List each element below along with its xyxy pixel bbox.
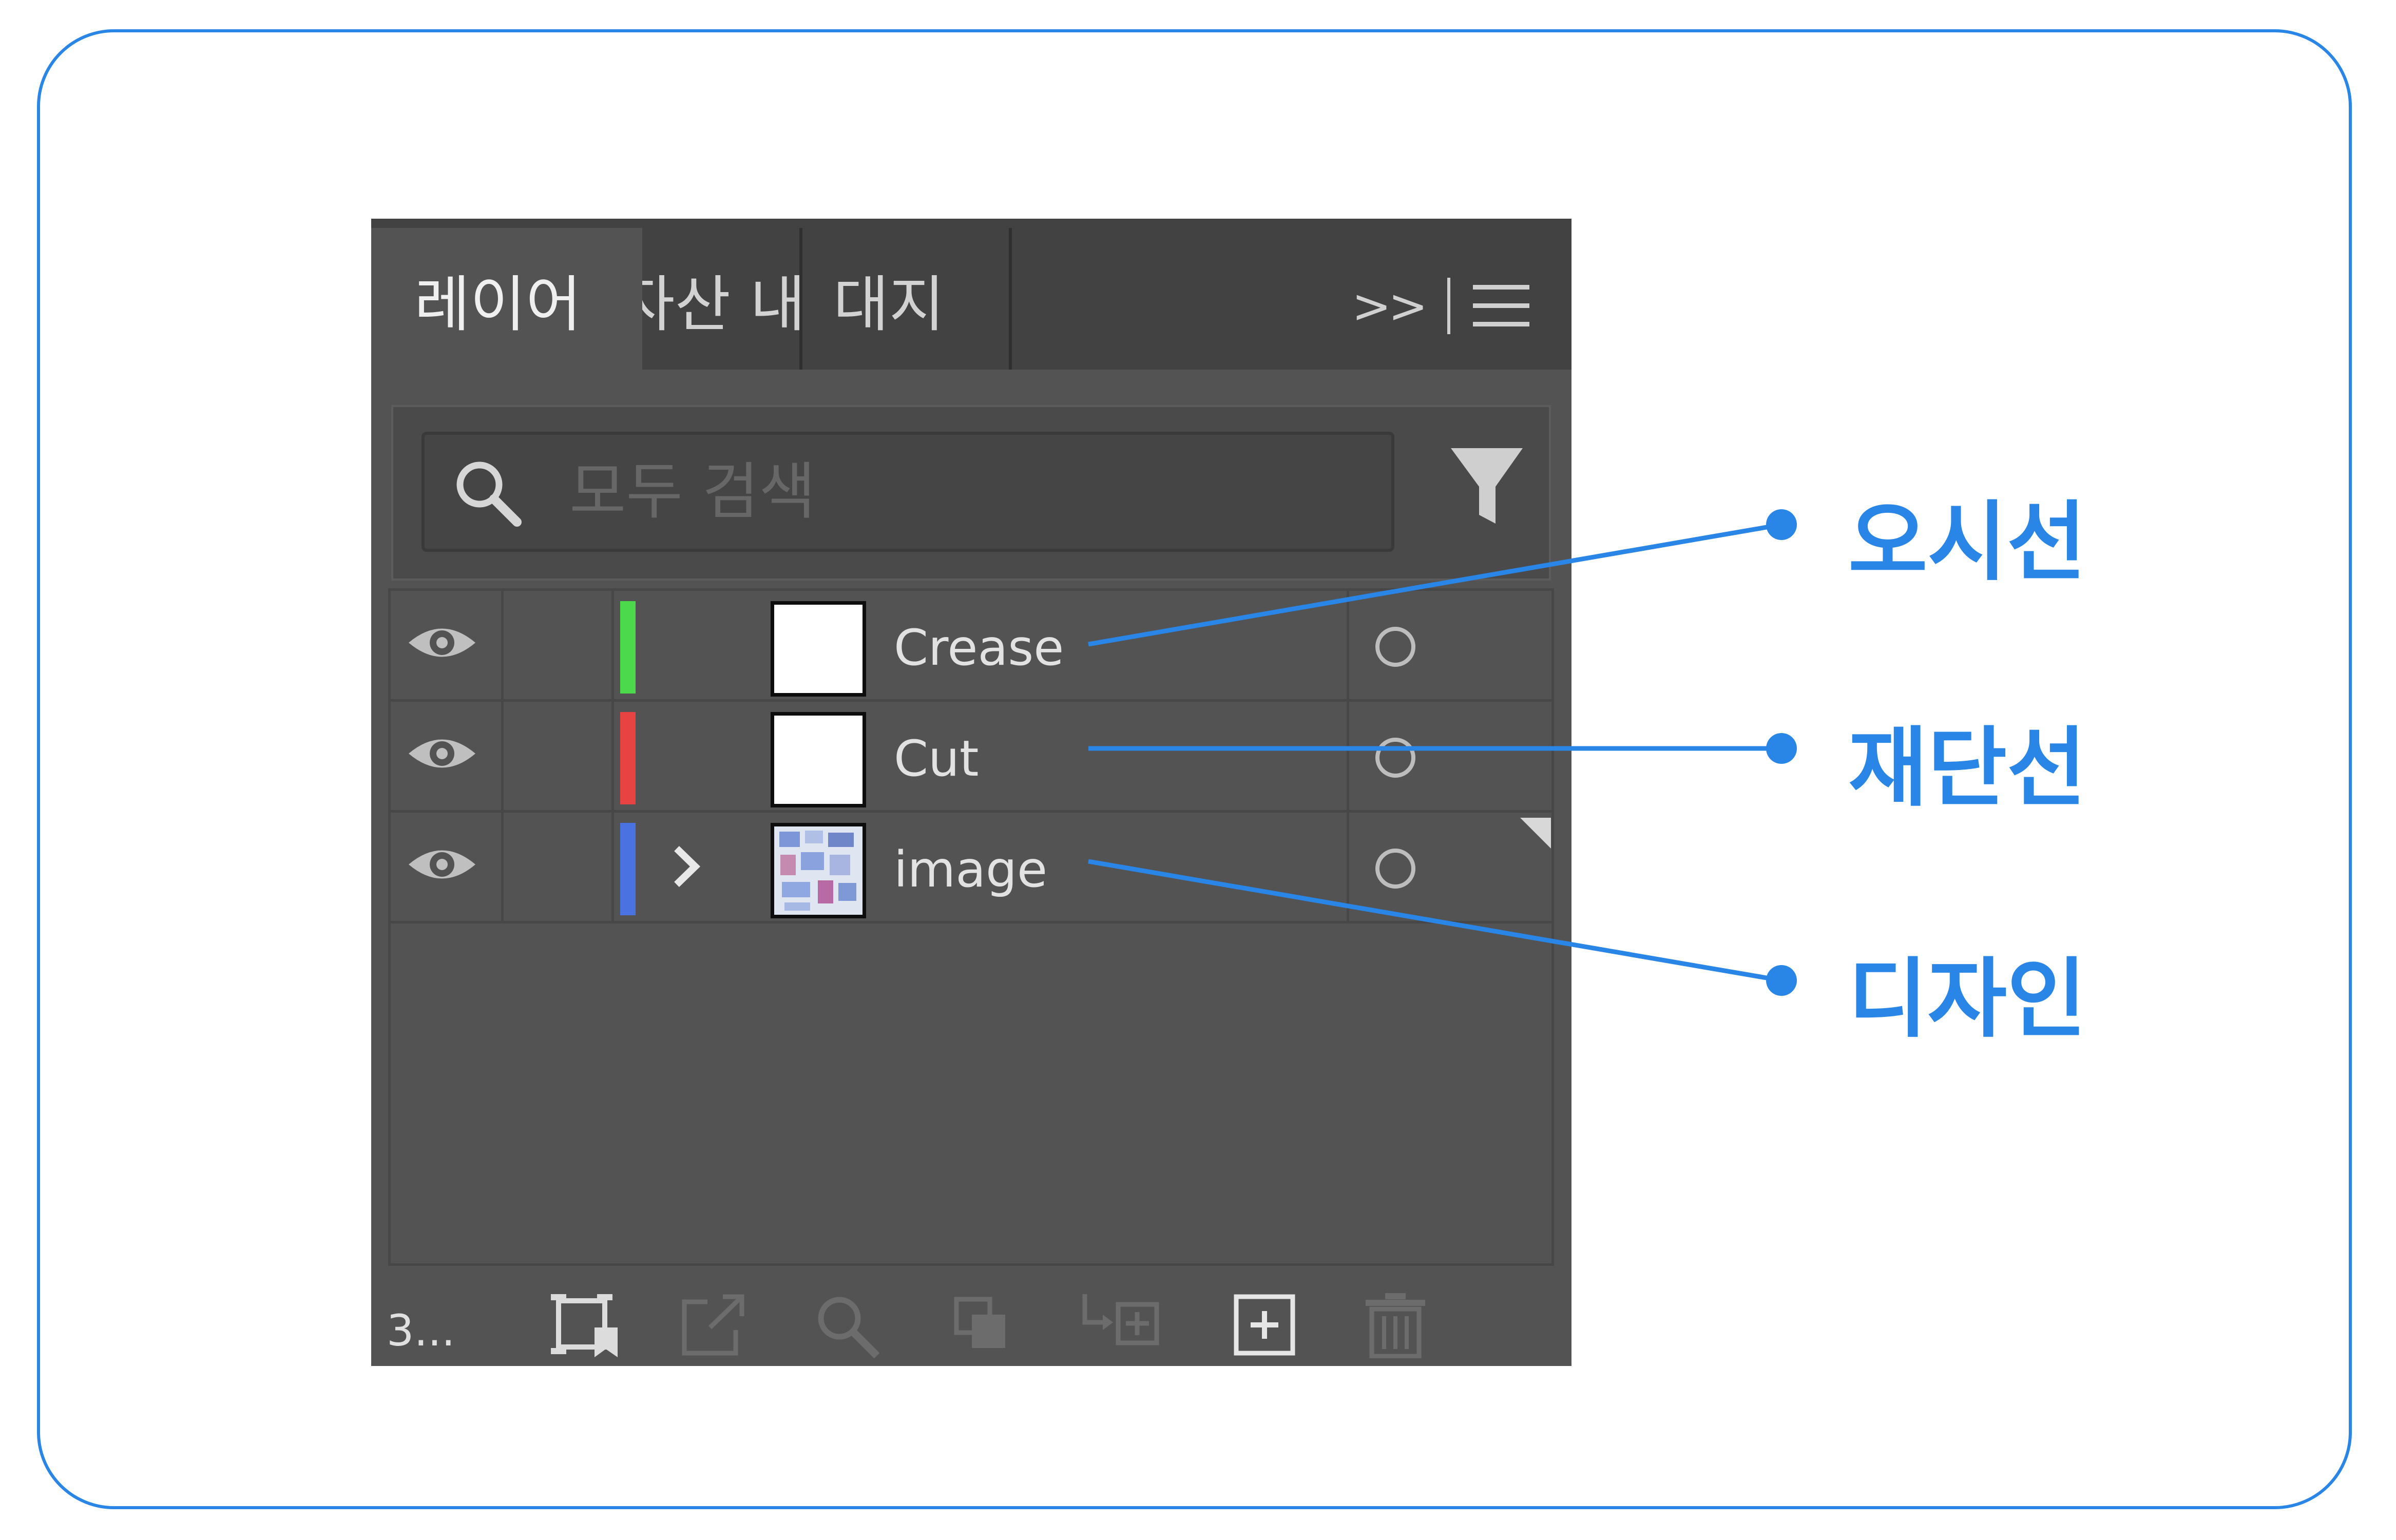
callout-label-image: 디자인 (1848, 949, 2086, 1049)
callout-dot-crease (1766, 509, 1797, 540)
callout-line-image (1088, 859, 1782, 983)
callout-label-cut: 재단선 (1848, 718, 2086, 818)
callout-dot-cut (1766, 733, 1797, 764)
callout-label-crease: 오시선 (1848, 492, 2086, 592)
callout-dot-image (1766, 965, 1797, 996)
callout-line-crease (1088, 522, 1782, 647)
